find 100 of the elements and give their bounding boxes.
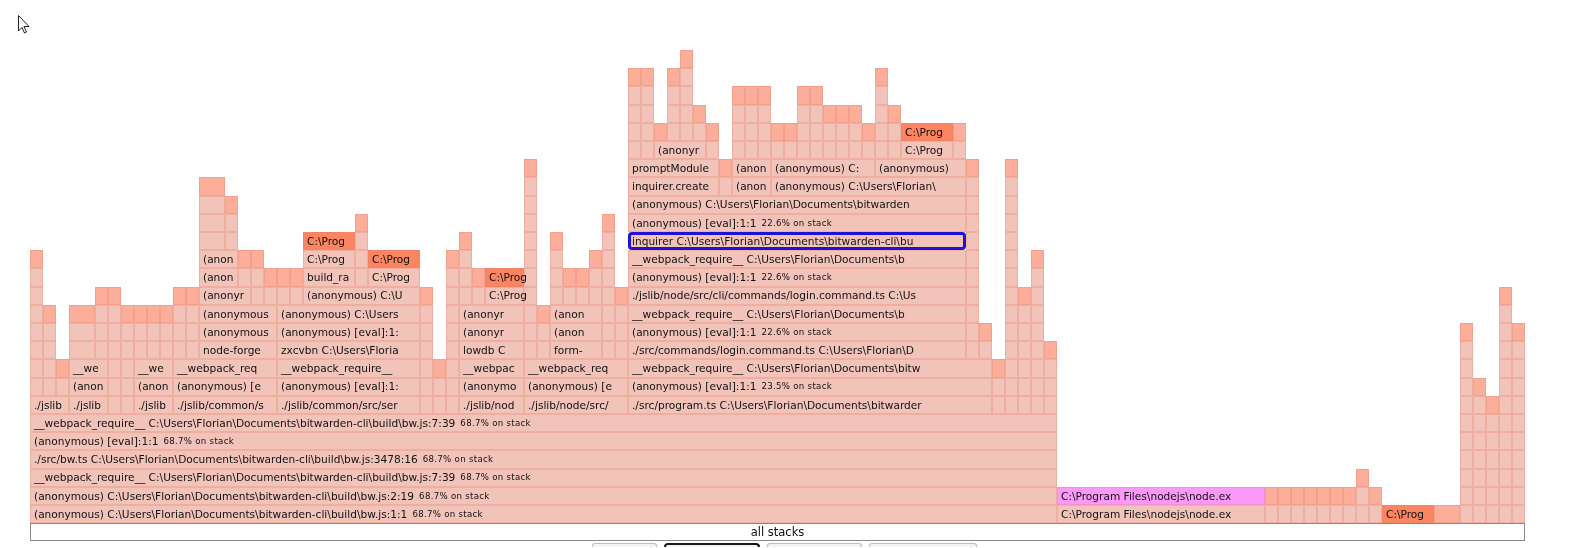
stack-cell[interactable] xyxy=(862,141,875,160)
stack-cell[interactable] xyxy=(1369,505,1382,524)
stack-cell[interactable] xyxy=(667,68,680,87)
stack-cell[interactable] xyxy=(823,104,836,123)
stack-cell[interactable] xyxy=(966,250,979,269)
stack-cell[interactable] xyxy=(446,359,459,378)
stack-cell[interactable] xyxy=(56,359,69,378)
stack-cell[interactable] xyxy=(355,213,368,232)
stack-cell[interactable] xyxy=(1005,250,1018,269)
stack-cell[interactable] xyxy=(966,159,979,178)
stack-cell[interactable] xyxy=(1512,414,1525,433)
stack-cell[interactable] xyxy=(1031,341,1044,360)
stack-cell[interactable] xyxy=(251,250,264,269)
stack-cell[interactable] xyxy=(1330,505,1343,524)
stack-cell[interactable] xyxy=(1031,359,1044,378)
stack-cell[interactable] xyxy=(524,268,537,287)
stack-frame[interactable]: (anonymous xyxy=(199,323,277,342)
stack-cell[interactable] xyxy=(1499,286,1512,305)
stack-cell[interactable] xyxy=(1018,286,1031,305)
stack-cell[interactable] xyxy=(108,286,121,305)
stack-frame[interactable]: (anonyr xyxy=(654,141,706,160)
stack-cell[interactable] xyxy=(1460,505,1473,524)
stack-frame[interactable]: __webpack_req xyxy=(524,359,628,378)
stack-cell[interactable] xyxy=(966,268,979,287)
stack-cell[interactable] xyxy=(238,268,251,287)
stack-frame[interactable]: C:\Prog xyxy=(901,141,953,160)
stack-cell[interactable] xyxy=(680,68,693,87)
stack-cell[interactable] xyxy=(1044,341,1057,360)
stack-frame[interactable]: __webpac xyxy=(459,359,524,378)
stack-frame[interactable]: (anon xyxy=(732,159,771,178)
stack-cell[interactable] xyxy=(30,268,43,287)
stack-frame[interactable]: __webpack_require__ C:\Users\Florian\Documents\b xyxy=(628,250,966,269)
stack-cell[interactable] xyxy=(69,304,95,323)
stack-frame[interactable]: (anon xyxy=(732,177,771,196)
stack-cell[interactable] xyxy=(1317,486,1330,505)
stack-cell[interactable] xyxy=(550,232,563,251)
stack-cell[interactable] xyxy=(446,250,459,269)
stack-cell[interactable] xyxy=(667,86,680,105)
stack-cell[interactable] xyxy=(693,104,706,123)
stack-cell[interactable] xyxy=(459,232,472,251)
stack-cell[interactable] xyxy=(1291,486,1304,505)
stack-cell[interactable] xyxy=(784,122,797,141)
stack-cell[interactable] xyxy=(173,286,186,305)
stack-frame[interactable]: (anonymous) [eval]:1:1 68.7% on stack xyxy=(30,432,1057,451)
stack-cell[interactable] xyxy=(355,250,368,269)
stack-cell[interactable] xyxy=(1265,505,1278,524)
stack-frame[interactable]: __we xyxy=(134,359,173,378)
stack-cell[interactable] xyxy=(966,177,979,196)
stack-cell[interactable] xyxy=(1460,432,1473,451)
stack-cell[interactable] xyxy=(784,141,797,160)
stack-cell[interactable] xyxy=(355,268,368,287)
stack-cell[interactable] xyxy=(602,213,615,232)
stack-frame[interactable]: (anonymous) [eval]:1: xyxy=(277,323,420,342)
stack-cell[interactable] xyxy=(875,68,888,87)
stack-frame[interactable]: (anonymous) C: xyxy=(771,159,875,178)
stack-cell[interactable] xyxy=(524,159,537,178)
stack-cell[interactable] xyxy=(1005,268,1018,287)
stack-cell[interactable] xyxy=(108,323,121,342)
stack-cell[interactable] xyxy=(797,141,810,160)
stack-cell[interactable] xyxy=(1343,486,1356,505)
stack-cell[interactable] xyxy=(251,268,264,287)
stack-cell[interactable] xyxy=(420,323,433,342)
stack-cell[interactable] xyxy=(719,177,732,196)
stack-cell[interactable] xyxy=(745,86,758,105)
stack-cell[interactable] xyxy=(888,104,901,123)
stack-cell[interactable] xyxy=(43,359,56,378)
stack-cell[interactable] xyxy=(563,268,576,287)
stack-cell[interactable] xyxy=(1291,505,1304,524)
stack-cell[interactable] xyxy=(459,268,472,287)
stack-cell[interactable] xyxy=(446,268,459,287)
stack-cell[interactable] xyxy=(1499,341,1512,360)
stack-cell[interactable] xyxy=(719,159,732,178)
stack-frame[interactable]: C:\Prog xyxy=(368,268,420,287)
stack-cell[interactable] xyxy=(1512,359,1525,378)
stack-cell[interactable] xyxy=(1278,486,1291,505)
stack-cell[interactable] xyxy=(121,304,134,323)
stack-cell[interactable] xyxy=(680,50,693,69)
stack-cell[interactable] xyxy=(732,141,745,160)
stack-cell[interactable] xyxy=(1356,505,1369,524)
stack-frame[interactable]: (anonymous) [eval]:1:1 22.6% on stack xyxy=(628,323,966,342)
stack-cell[interactable] xyxy=(654,122,667,141)
stack-cell[interactable] xyxy=(862,122,875,141)
stack-cell[interactable] xyxy=(524,232,537,251)
stack-frame[interactable]: node-forge xyxy=(199,341,277,360)
stack-frame[interactable]: (anonymous) C:\Users\Florian\Documents\bitwarden-cli\build\bw.js:1:1 68.7% on stack xyxy=(30,505,1057,524)
stack-cell[interactable] xyxy=(134,323,147,342)
stack-cell[interactable] xyxy=(420,286,433,305)
stack-cell[interactable] xyxy=(1473,414,1486,433)
stack-cell[interactable] xyxy=(628,68,641,87)
stack-frame[interactable]: build_ra xyxy=(303,268,355,287)
stack-frame[interactable]: __we xyxy=(69,359,108,378)
stack-frame[interactable]: inquirer.create xyxy=(628,177,719,196)
stack-cell[interactable] xyxy=(810,86,823,105)
stack-frame[interactable]: form- xyxy=(550,341,602,360)
stack-cell[interactable] xyxy=(1356,468,1369,487)
stack-cell[interactable] xyxy=(1031,323,1044,342)
stack-cell[interactable] xyxy=(537,323,550,342)
stack-cell[interactable] xyxy=(199,177,225,196)
stack-frame[interactable]: (anonymous) [eval]:1:1 22.6% on stack xyxy=(628,268,966,287)
stack-cell[interactable] xyxy=(1473,505,1486,524)
